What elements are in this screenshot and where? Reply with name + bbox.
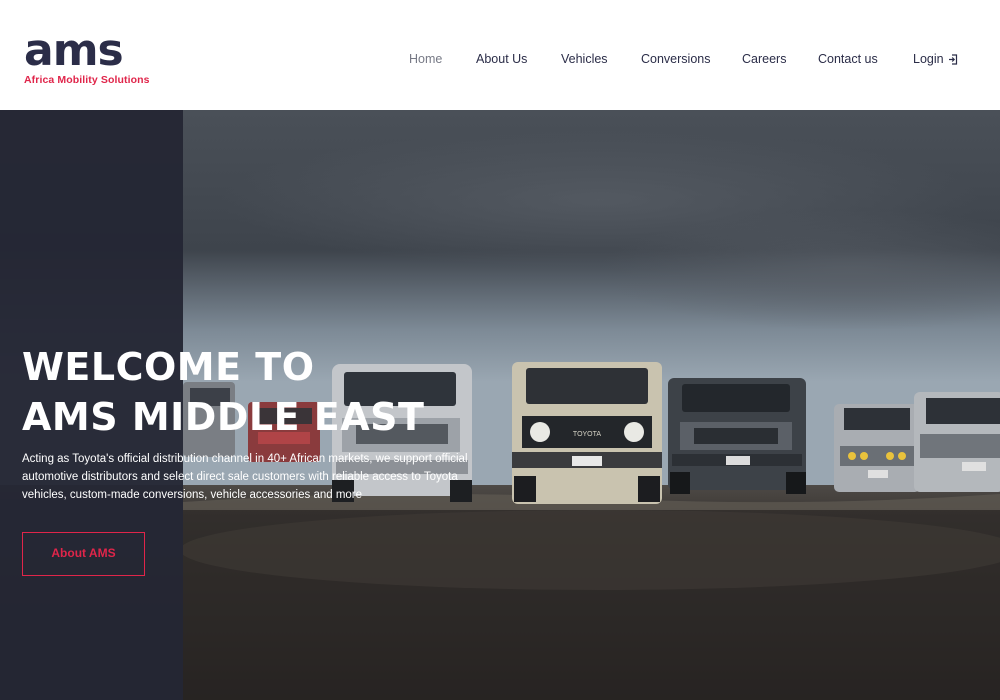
- hero-title: WELCOME TO AMS MIDDLE EAST: [22, 342, 622, 442]
- nav-about-us[interactable]: About Us: [476, 52, 527, 66]
- logo-tagline: Africa Mobility Solutions: [24, 74, 150, 86]
- hero-description: Acting as Toyota's official distribution…: [22, 453, 468, 501]
- login-label: Login: [913, 52, 944, 66]
- main-navigation: Home About Us Vehicles Conversions Caree…: [0, 52, 1000, 68]
- nav-careers[interactable]: Careers: [742, 52, 786, 66]
- site-header: ams Africa Mobility Solutions Home About…: [0, 0, 1000, 110]
- nav-contact-us[interactable]: Contact us: [818, 52, 878, 66]
- vehicle-land-cruiser-silver: [834, 404, 920, 492]
- login-link[interactable]: Login: [913, 52, 958, 68]
- login-icon: [948, 54, 958, 68]
- nav-conversions[interactable]: Conversions: [641, 52, 710, 66]
- hero-title-line-1: WELCOME TO: [22, 345, 315, 389]
- nav-home[interactable]: Home: [409, 52, 442, 66]
- vehicle-land-cruiser-right: [914, 392, 1000, 492]
- about-ams-button[interactable]: About AMS: [22, 532, 145, 576]
- vehicle-land-cruiser-dark: [668, 378, 806, 494]
- nav-vehicles[interactable]: Vehicles: [561, 52, 608, 66]
- hero-section: TOYOTA WELCOME TO AMS MIDDLE EAST Acting…: [0, 110, 1000, 700]
- hero-title-line-2: AMS MIDDLE EAST: [22, 395, 425, 439]
